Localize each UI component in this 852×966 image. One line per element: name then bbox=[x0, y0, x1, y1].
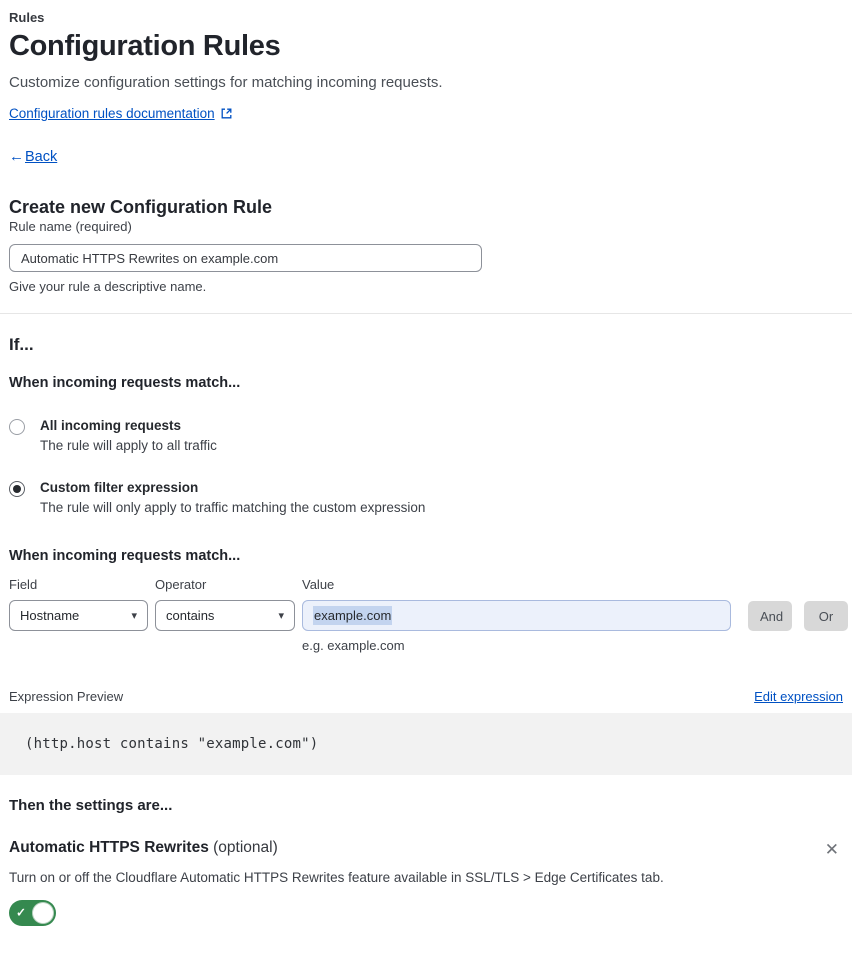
expression-preview-label: Expression Preview bbox=[9, 689, 124, 704]
builder-heading: When incoming requests match... bbox=[9, 548, 241, 564]
field-label: Field bbox=[9, 577, 38, 592]
setting-optional-suffix: (optional) bbox=[208, 839, 278, 856]
section-divider bbox=[0, 313, 852, 314]
radio-option-custom-filter-expression[interactable]: Custom filter expression The rule will o… bbox=[9, 480, 843, 515]
rule-name-help: Give your rule a descriptive name. bbox=[9, 279, 207, 294]
setting-description: Turn on or off the Cloudflare Automatic … bbox=[9, 870, 664, 885]
value-help: e.g. example.com bbox=[302, 638, 405, 653]
operator-select[interactable]: contains ▾ bbox=[155, 600, 295, 631]
external-link-icon bbox=[220, 107, 233, 120]
and-button[interactable]: And bbox=[748, 601, 792, 631]
automatic-https-rewrites-toggle[interactable]: ✓ bbox=[9, 900, 56, 926]
radio-option-label: All incoming requests bbox=[40, 418, 182, 433]
value-input[interactable]: example.com bbox=[302, 600, 731, 631]
close-icon[interactable]: ✕ bbox=[821, 839, 843, 860]
configuration-rules-page: Rules Configuration Rules Customize conf… bbox=[0, 0, 852, 966]
value-input-text: example.com bbox=[313, 606, 393, 625]
back-arrow-icon: ← bbox=[9, 148, 24, 165]
rule-name-input[interactable] bbox=[9, 244, 482, 272]
radio-option-all-incoming-requests[interactable]: All incoming requests The rule will appl… bbox=[9, 418, 843, 453]
or-button[interactable]: Or bbox=[804, 601, 848, 631]
check-icon: ✓ bbox=[16, 905, 27, 920]
radio-selected-icon[interactable] bbox=[9, 481, 25, 497]
value-label: Value bbox=[302, 577, 335, 592]
match-heading: When incoming requests match... bbox=[9, 375, 241, 391]
create-rule-heading: Create new Configuration Rule bbox=[9, 197, 273, 217]
setting-title: Automatic HTTPS Rewrites (optional) bbox=[9, 839, 278, 857]
setting-title-name: Automatic HTTPS Rewrites bbox=[9, 839, 209, 856]
operator-select-value: contains bbox=[166, 608, 215, 623]
documentation-link[interactable]: Configuration rules documentation bbox=[9, 106, 215, 121]
operator-label: Operator bbox=[155, 577, 207, 592]
rule-name-label: Rule name (required) bbox=[9, 219, 132, 234]
chevron-down-icon: ▾ bbox=[131, 610, 137, 622]
breadcrumb: Rules bbox=[9, 10, 45, 25]
page-title: Configuration Rules bbox=[9, 30, 281, 62]
radio-option-description: The rule will apply to all traffic bbox=[40, 438, 217, 453]
expression-preview-box: (http.host contains "example.com") bbox=[0, 713, 852, 775]
expression-code: (http.host contains "example.com") bbox=[25, 736, 319, 752]
chevron-down-icon: ▾ bbox=[278, 610, 284, 622]
page-subtitle: Customize configuration settings for mat… bbox=[9, 74, 443, 91]
radio-option-label: Custom filter expression bbox=[40, 480, 199, 495]
edit-expression-link[interactable]: Edit expression bbox=[754, 689, 843, 704]
if-heading: If... bbox=[9, 335, 34, 354]
field-select-value: Hostname bbox=[20, 608, 80, 623]
radio-option-description: The rule will only apply to traffic matc… bbox=[40, 500, 426, 515]
then-heading: Then the settings are... bbox=[9, 797, 173, 814]
radio-unselected-icon[interactable] bbox=[9, 419, 25, 435]
toggle-knob bbox=[32, 902, 54, 924]
field-select[interactable]: Hostname ▾ bbox=[9, 600, 148, 631]
back-link[interactable]: Back bbox=[25, 149, 57, 165]
